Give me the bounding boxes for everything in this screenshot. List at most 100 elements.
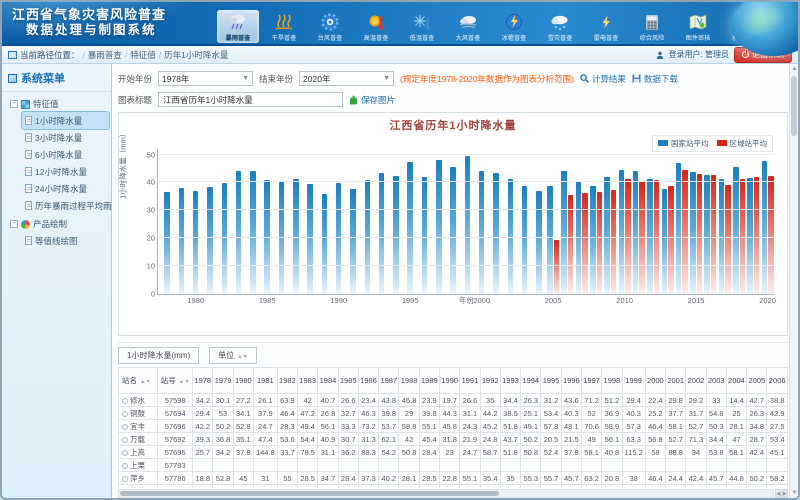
station-name-cell[interactable]: 上高 [119, 446, 158, 459]
save-image-button[interactable]: 保存图片 [349, 94, 395, 106]
radio-icon[interactable] [122, 398, 128, 404]
col-header-year-1990[interactable]: 1990 [440, 368, 460, 394]
expand-toggle-icon[interactable]: - [10, 100, 18, 108]
tree-item-3小时降水量[interactable]: 3小时降水量 [22, 129, 109, 146]
horizontal-scrollbar[interactable] [118, 489, 774, 498]
nav-item-label: 雷电普查 [594, 32, 619, 42]
col-header-year-2006[interactable]: 2006 [767, 368, 788, 394]
col-header-year-1995[interactable]: 1995 [541, 368, 561, 394]
nav-item-5[interactable]: 低温普查 [401, 10, 443, 43]
tree-parent-2[interactable]: -产品绘制 [4, 216, 109, 232]
nav-item-10[interactable]: 综合风险 [631, 10, 673, 43]
col-header-year-1981[interactable]: 1981 [253, 368, 277, 394]
col-header-name[interactable]: 站名▲▼ [119, 368, 158, 394]
station-name-cell[interactable]: 铜鼓 [119, 407, 158, 420]
value-cell: 73.2 [358, 420, 378, 433]
table-row-宜丰[interactable]: 宜丰5769642.250.252.824.728.349.456.133.37… [119, 420, 788, 433]
end-year-select[interactable]: 2020年▼ [299, 71, 394, 86]
col-header-year-1985[interactable]: 1985 [338, 368, 358, 394]
tree-item-24小时降水量[interactable]: 24小时降水量 [22, 180, 109, 197]
nav-item-4[interactable]: 高温普查 [355, 10, 397, 43]
tree-item-6小时降水量[interactable]: 6小时降水量 [22, 146, 109, 163]
col-header-year-2000[interactable]: 2000 [645, 368, 665, 394]
tree-item-12小时降水量[interactable]: 12小时降水量 [22, 163, 109, 180]
hscroll-thumb[interactable] [120, 491, 499, 496]
station-name-cell[interactable]: 修水 [119, 394, 158, 407]
table-row-上栗[interactable]: 上栗57783 [119, 459, 788, 472]
col-header-year-1987[interactable]: 1987 [379, 368, 399, 394]
col-header-year-1978[interactable]: 1978 [193, 368, 213, 394]
value-cell: 31.7 [686, 407, 706, 420]
col-header-year-1984[interactable]: 1984 [318, 368, 338, 394]
table-row-修水[interactable]: 修水5759834.230.127.226.163.94240.726.623.… [119, 394, 788, 407]
table-row-上高[interactable]: 上高5769525.734.237.8144.833.778.531.136.2… [119, 446, 788, 459]
nav-item-8[interactable]: 雪灾普查 [539, 10, 581, 43]
value-cell: 19.7 [440, 394, 460, 407]
radio-icon[interactable] [122, 424, 128, 430]
nav-item-11[interactable]: 图件审核 [677, 10, 719, 43]
col-header-year-1991[interactable]: 1991 [460, 368, 480, 394]
radio-icon[interactable] [122, 463, 128, 469]
col-header-year-1996[interactable]: 1996 [561, 368, 581, 394]
col-header-year-2005[interactable]: 2005 [747, 368, 767, 394]
col-header-year-2001[interactable]: 2001 [666, 368, 686, 394]
col-header-year-1994[interactable]: 1994 [521, 368, 541, 394]
col-header-year-1989[interactable]: 1989 [419, 368, 439, 394]
col-header-year-1982[interactable]: 1982 [277, 368, 297, 394]
radio-icon[interactable] [122, 437, 128, 443]
col-header-year-1988[interactable]: 1988 [399, 368, 419, 394]
start-year-select[interactable]: 1978年▼ [158, 71, 253, 86]
col-header-year-1998[interactable]: 1998 [602, 368, 622, 394]
radio-icon[interactable] [122, 476, 128, 482]
scroll-up-arrow[interactable]: ▲ [790, 64, 799, 74]
table-row-万载[interactable]: 万载5769239.336.835.147.453.654.440.930.73… [119, 433, 788, 446]
breadcrumb-item-2[interactable]: 特征值 [130, 50, 156, 60]
scroll-right-arrow[interactable]: ▶ [782, 489, 789, 498]
nav-item-3[interactable]: 台风普查 [309, 10, 351, 43]
value-cell [379, 459, 399, 472]
col-header-year-1986[interactable]: 1986 [358, 368, 378, 394]
col-header-year-1983[interactable]: 1983 [298, 368, 318, 394]
radio-icon[interactable] [122, 411, 128, 417]
calc-result-button[interactable]: 计算结果 [580, 73, 626, 85]
tree-item-1小时降水量[interactable]: 1小时降水量 [22, 112, 109, 129]
tree-parent-1[interactable]: -特征值 [4, 96, 109, 112]
expand-toggle-icon[interactable]: - [10, 220, 18, 228]
tree-item-历年暴雨过程平均雨量[interactable]: 历年暴雨过程平均雨量 [22, 197, 109, 214]
nav-item-2[interactable]: 干旱普查 [263, 10, 305, 43]
x-tick-label: 2010 [616, 294, 633, 305]
scroll-down-arrow[interactable]: ▼ [790, 488, 799, 498]
col-header-year-1980[interactable]: 1980 [233, 368, 253, 394]
col-header-year-2002[interactable]: 2002 [686, 368, 706, 394]
breadcrumb-item-1[interactable]: 暴雨普查 [88, 50, 122, 60]
station-name-cell[interactable]: 万载 [119, 433, 158, 446]
col-header-id[interactable]: 站号▲▼ [158, 368, 193, 394]
col-header-year-1997[interactable]: 1997 [581, 368, 601, 394]
col-header-year-1993[interactable]: 1993 [500, 368, 520, 394]
station-name-cell[interactable]: 萍乡 [119, 472, 158, 485]
station-name-cell[interactable]: 宜丰 [119, 420, 158, 433]
nav-item-9[interactable]: 雷电普查 [585, 10, 627, 43]
station-name-cell[interactable]: 莲花 [119, 485, 158, 489]
col-header-year-2004[interactable]: 2004 [726, 368, 746, 394]
table-row-铜鼓[interactable]: 铜鼓5769429.45334.137.946.447.226.832.746.… [119, 407, 788, 420]
col-header-year-1992[interactable]: 1992 [480, 368, 500, 394]
col-header-year-1979[interactable]: 1979 [213, 368, 233, 394]
breadcrumb-item-3[interactable]: 历年1小时降水量 [164, 50, 228, 60]
unit-sort-header[interactable]: 单位▲▼ [209, 347, 257, 364]
table-row-萍乡[interactable]: 萍乡5778618.852.845315528.534.728.437.340.… [119, 472, 788, 485]
value-cell: 24.7 [460, 446, 480, 459]
nav-item-7[interactable]: 冰雹普查 [493, 10, 535, 43]
table-row-莲花[interactable]: 莲花5778922.436.236.937.146.541.923.430.23… [119, 485, 788, 489]
station-name-cell[interactable]: 上栗 [119, 459, 158, 472]
data-download-button[interactable]: 数据下载 [632, 73, 678, 85]
tree-item-等值线绘图[interactable]: 等值线绘图 [22, 232, 109, 249]
col-header-year-1999[interactable]: 1999 [622, 368, 645, 394]
nav-item-6[interactable]: 大风普查 [447, 10, 489, 43]
radio-icon[interactable] [122, 450, 128, 456]
chart-title-input[interactable]: 江西省历年1小时降水量 [158, 92, 343, 107]
col-header-year-2003[interactable]: 2003 [706, 368, 726, 394]
vscroll-thumb[interactable] [791, 76, 797, 136]
vertical-scrollbar[interactable]: ▲ ▼ [789, 64, 798, 498]
nav-item-1[interactable]: 暴雨普查 [217, 10, 259, 43]
